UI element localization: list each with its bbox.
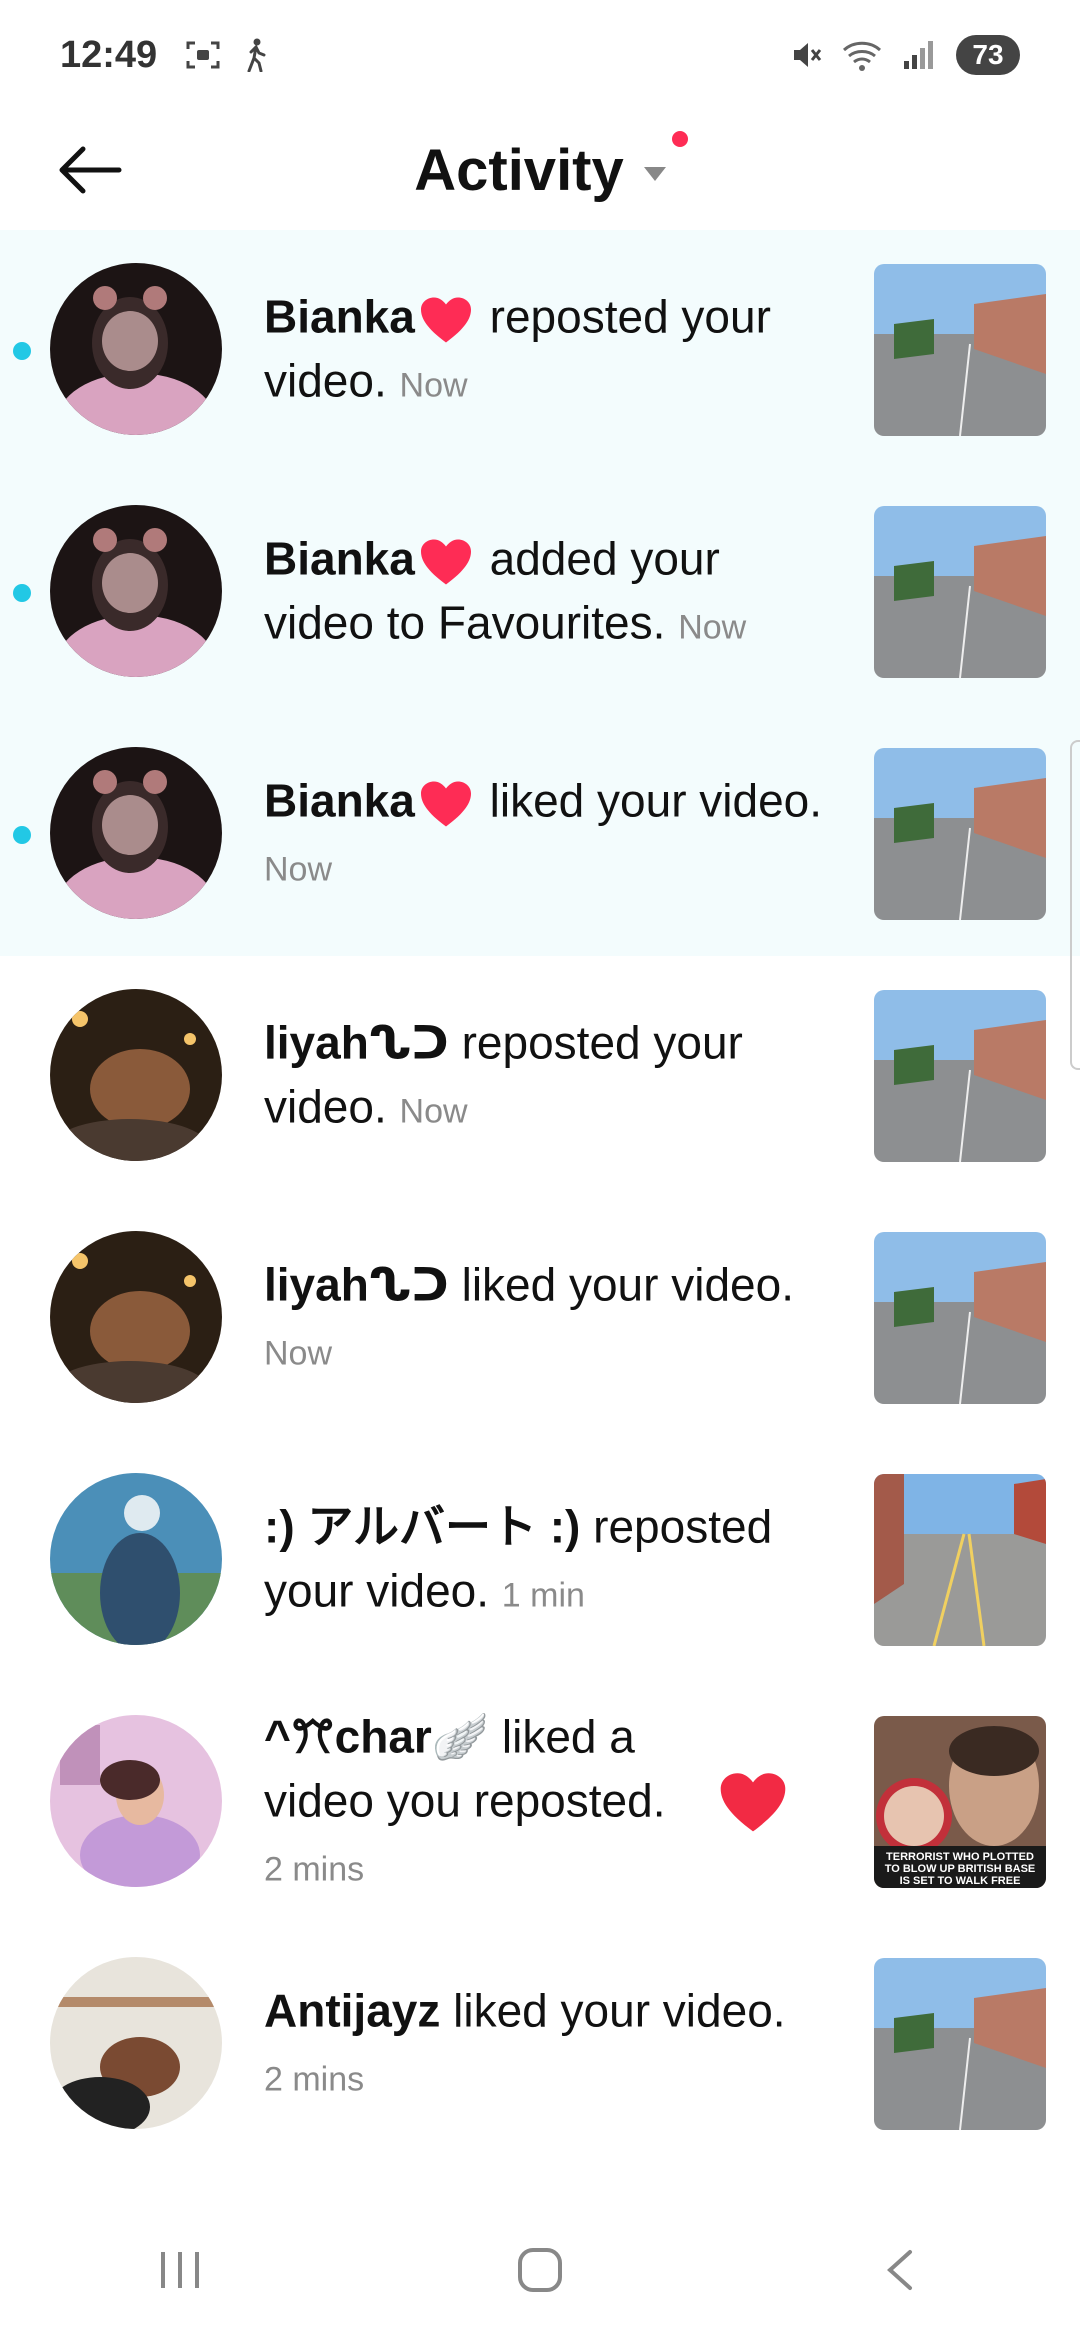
avatar[interactable] bbox=[50, 263, 222, 435]
list-item[interactable]: Bianka liked your video. Now bbox=[0, 714, 1080, 956]
action-text: liked your video. bbox=[448, 1258, 794, 1311]
video-thumbnail[interactable] bbox=[874, 264, 1046, 436]
unread-indicator bbox=[13, 584, 31, 602]
username-link[interactable]: Bianka bbox=[264, 291, 415, 343]
username-link[interactable]: Antijayz bbox=[264, 1985, 440, 2037]
list-item[interactable]: Antijayz liked your video. 2 mins bbox=[0, 1924, 1080, 2166]
activity-list: Bianka reposted your video. Now Bianka a… bbox=[0, 230, 1080, 2166]
recents-button[interactable] bbox=[120, 2230, 240, 2310]
unread-indicator bbox=[13, 826, 31, 844]
heart-emoji-icon bbox=[420, 781, 471, 827]
notification-text: Bianka added your video to Favourites. N… bbox=[264, 527, 824, 660]
timestamp: Now bbox=[399, 366, 468, 405]
avatar[interactable] bbox=[50, 505, 222, 677]
arrow-left-icon bbox=[59, 146, 122, 194]
heart-icon bbox=[720, 1773, 786, 1832]
timestamp: 2 mins bbox=[264, 1850, 365, 1889]
notification-text: liyahᔐᑐ reposted your video. Now bbox=[264, 1011, 824, 1144]
video-thumbnail[interactable] bbox=[874, 506, 1046, 678]
notification-text: Antijayz liked your video. 2 mins bbox=[264, 1979, 824, 2112]
system-nav-bar bbox=[0, 2200, 1080, 2340]
avatar[interactable] bbox=[50, 1473, 222, 1645]
back-button[interactable] bbox=[50, 130, 130, 210]
signal-icon bbox=[904, 41, 933, 69]
mute-icon bbox=[794, 43, 822, 67]
list-item[interactable]: liyahᔐᑐ liked your video. Now bbox=[0, 1198, 1080, 1440]
list-item[interactable]: :) アルバート :) reposted your video. 1 min bbox=[0, 1440, 1080, 1682]
video-thumbnail[interactable] bbox=[874, 1474, 1046, 1646]
list-item[interactable]: liyahᔐᑐ reposted your video. Now bbox=[0, 956, 1080, 1198]
avatar[interactable] bbox=[50, 747, 222, 919]
timestamp: Now bbox=[264, 850, 333, 889]
list-item[interactable]: Bianka reposted your video. Now bbox=[0, 230, 1080, 472]
video-thumbnail[interactable] bbox=[874, 1232, 1046, 1404]
recents-icon bbox=[161, 2252, 199, 2288]
video-thumbnail[interactable] bbox=[874, 990, 1046, 1162]
thumbnail-caption-line: IS SET TO WALK FREE bbox=[900, 1875, 1021, 1887]
scroll-indicator[interactable] bbox=[1070, 740, 1080, 1070]
notification-text: Bianka reposted your video. Now bbox=[264, 285, 824, 418]
home-button[interactable] bbox=[480, 2230, 600, 2310]
list-item[interactable]: ^ꔫchar🪽 liked a video you reposted. 2 mi… bbox=[0, 1682, 1080, 1924]
page-title: Activity bbox=[414, 137, 624, 203]
notification-text: Bianka liked your video. Now bbox=[264, 769, 824, 902]
nav-back-button[interactable] bbox=[840, 2230, 960, 2310]
username-link[interactable]: Bianka bbox=[264, 533, 415, 585]
list-item[interactable]: Bianka added your video to Favourites. N… bbox=[0, 472, 1080, 714]
avatar[interactable] bbox=[50, 1715, 222, 1887]
timestamp: Now bbox=[399, 1092, 468, 1131]
status-time: 12:49 bbox=[60, 33, 158, 76]
walking-icon bbox=[247, 38, 266, 72]
avatar[interactable] bbox=[50, 1957, 222, 2129]
username-link[interactable]: liyahᔐᑐ bbox=[264, 1259, 449, 1311]
thumbnail-caption-line: TERRORIST WHO PLOTTED bbox=[886, 1851, 1034, 1863]
chevron-down-icon bbox=[643, 167, 666, 181]
timestamp: 2 mins bbox=[264, 2060, 365, 2099]
username-link[interactable]: Bianka bbox=[264, 775, 415, 827]
notification-text: ^ꔫchar🪽 liked a video you reposted. 2 mi… bbox=[264, 1705, 684, 1902]
timestamp: Now bbox=[264, 1334, 333, 1373]
video-thumbnail[interactable] bbox=[874, 748, 1046, 920]
wifi-icon bbox=[842, 41, 882, 71]
battery-level: 73 bbox=[956, 35, 1020, 75]
video-thumbnail[interactable] bbox=[874, 1958, 1046, 2130]
nav-back-icon bbox=[887, 2250, 912, 2290]
timestamp: Now bbox=[678, 608, 747, 647]
screen-record-icon bbox=[186, 41, 220, 69]
avatar[interactable] bbox=[50, 989, 222, 1161]
activity-filter-dropdown[interactable]: Activity bbox=[414, 130, 688, 204]
avatar[interactable] bbox=[50, 1231, 222, 1403]
action-text: liked your video. bbox=[476, 774, 823, 827]
thumbnail-caption-line: TO BLOW UP BRITISH BASE bbox=[885, 1863, 1036, 1875]
username-link[interactable]: liyahᔐᑐ bbox=[264, 1017, 449, 1069]
action-text: liked your video. bbox=[440, 1984, 786, 2037]
unread-indicator bbox=[13, 342, 31, 360]
notification-dot bbox=[671, 130, 688, 147]
timestamp: 1 min bbox=[501, 1576, 585, 1615]
video-thumbnail[interactable]: TERRORIST WHO PLOTTED TO BLOW UP BRITISH… bbox=[874, 1716, 1046, 1888]
username-link[interactable]: ^ꔫchar🪽 bbox=[264, 1711, 489, 1763]
notification-text: :) アルバート :) reposted your video. 1 min bbox=[264, 1495, 824, 1628]
username-link[interactable]: :) アルバート :) bbox=[264, 1501, 580, 1553]
heart-emoji-icon bbox=[420, 539, 471, 585]
heart-emoji-icon bbox=[420, 297, 471, 343]
notification-text: liyahᔐᑐ liked your video. Now bbox=[264, 1253, 824, 1386]
header: Activity bbox=[0, 110, 1080, 230]
home-icon bbox=[518, 2248, 562, 2292]
status-bar: 12:49 73 bbox=[0, 0, 1080, 110]
